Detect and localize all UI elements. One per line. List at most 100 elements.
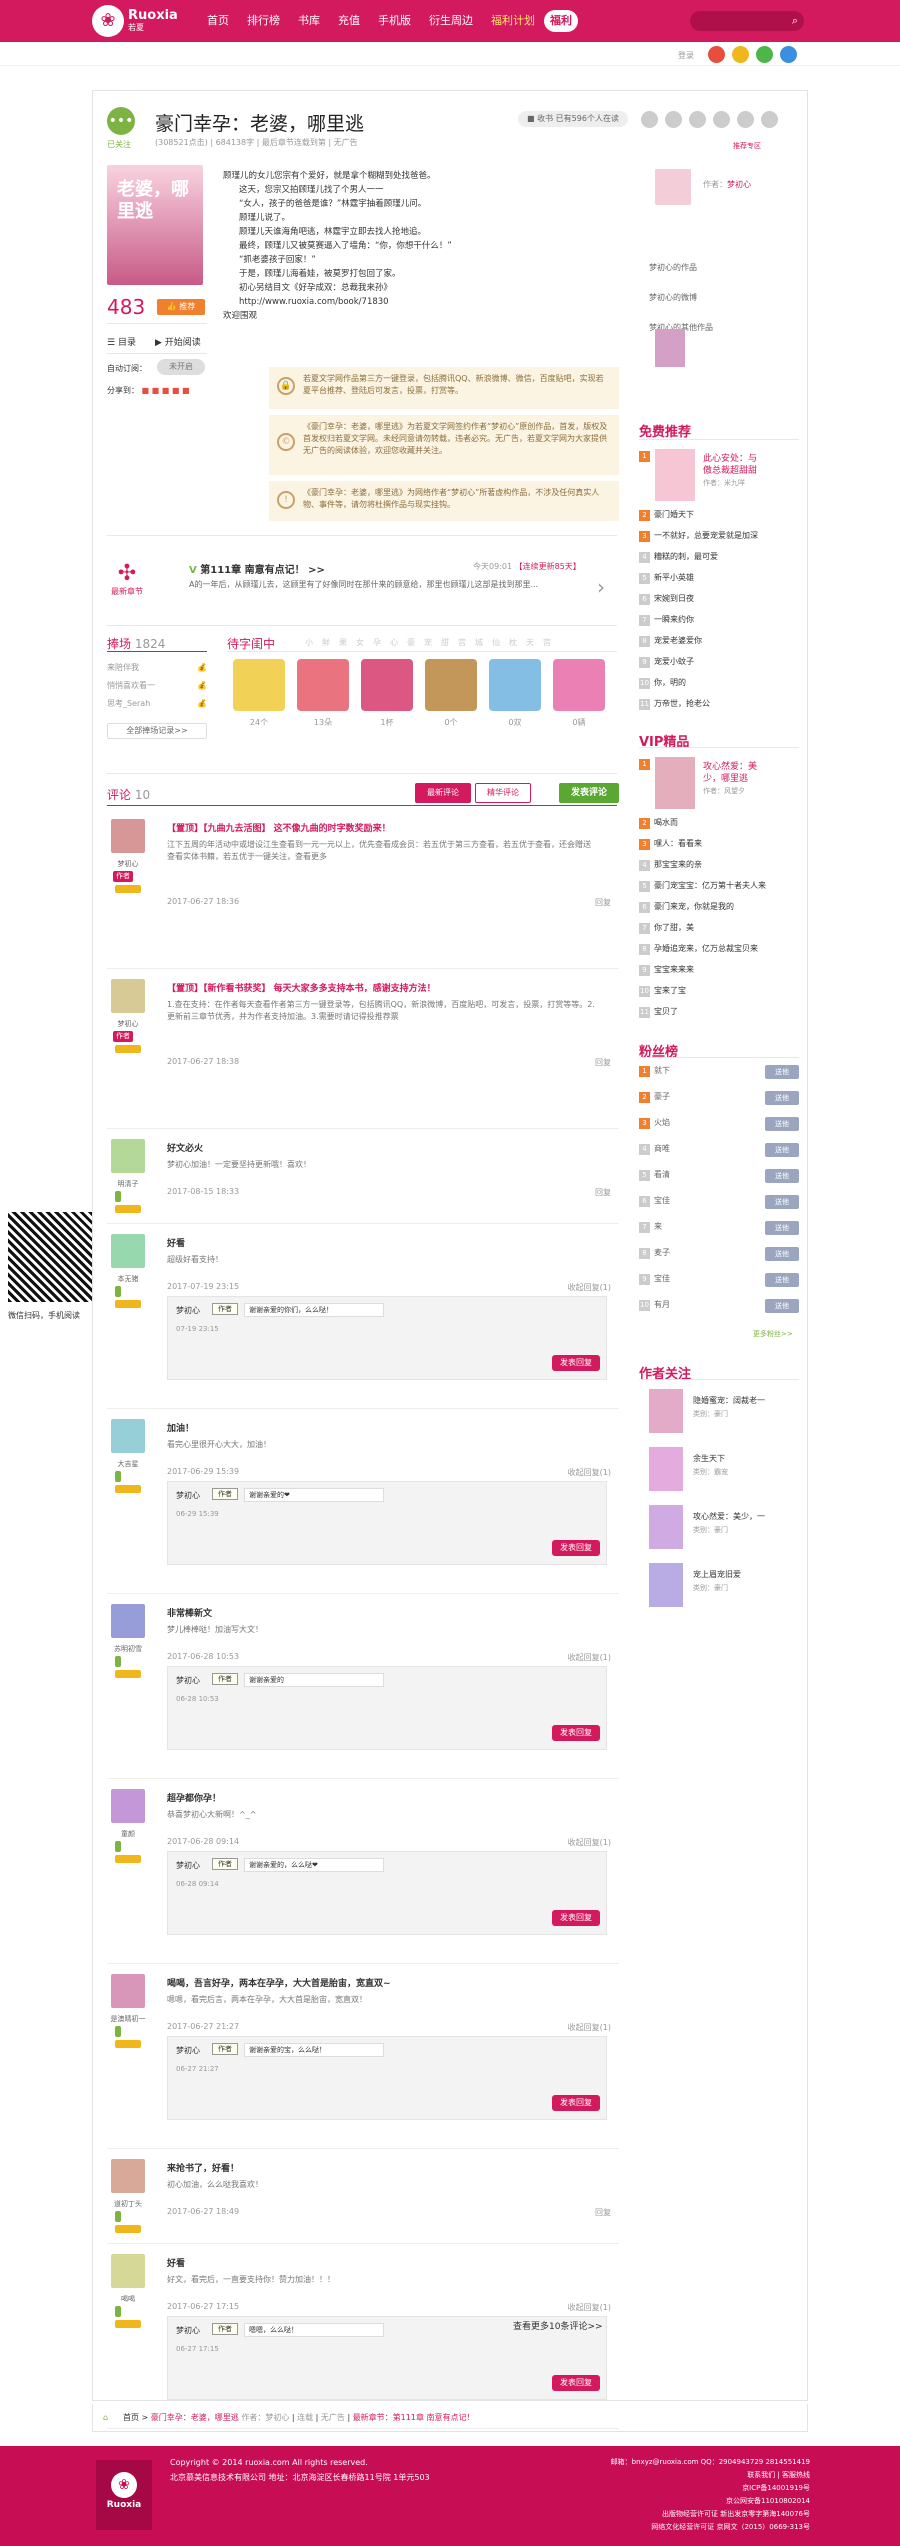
commenter-name[interactable]: 大吉星 [107, 1459, 149, 1469]
followed-book-title[interactable]: 余生天下 [693, 1453, 725, 1464]
start-read-link[interactable]: ▶ 开始阅读 [155, 335, 201, 348]
toolbar-icon-3[interactable] [689, 111, 706, 128]
send-gift-button[interactable]: 送他 [765, 1299, 799, 1313]
followed-book[interactable]: 余生天下 类别：霸宠 [649, 1447, 809, 1499]
fan-name[interactable]: 看清 [654, 1170, 670, 1179]
rank-list-item[interactable]: 7 一瞬来约你 [639, 614, 694, 626]
rank-list-item[interactable]: 9 宝宝来来来 [639, 964, 694, 976]
send-gift-button[interactable]: 送他 [765, 1273, 799, 1287]
send-gift-button[interactable]: 送他 [765, 1143, 799, 1157]
comment-title[interactable]: 好看 [167, 1236, 185, 1249]
comment-title[interactable]: 好看 [167, 2256, 185, 2269]
reply-toggle[interactable]: 收起回复(1) [568, 1837, 611, 1848]
gift-tab[interactable]: 待字闺中 [227, 635, 275, 652]
wechat-icon[interactable] [756, 46, 773, 63]
nav-merch[interactable]: 衍生周边 [420, 0, 482, 42]
followed-book-cover[interactable] [649, 1447, 683, 1491]
commenter-avatar[interactable] [111, 979, 145, 1013]
toolbar-icon-4[interactable] [713, 111, 730, 128]
recommend-button[interactable]: 👍 推荐 [157, 299, 205, 315]
reply-user[interactable]: 梦初心 [176, 1675, 200, 1686]
more-fans-link[interactable]: 更多粉丝>> [753, 1329, 793, 1339]
rank-list-item[interactable]: 3 嘿人：看看来 [639, 838, 702, 850]
hot-comments-tab[interactable]: 精华评论 [475, 783, 531, 803]
commenter-avatar[interactable] [111, 1789, 145, 1823]
reply-toggle[interactable]: 收起回复(1) [568, 2022, 611, 2033]
send-gift-button[interactable]: 送他 [765, 1117, 799, 1131]
author-avatar[interactable] [655, 169, 691, 205]
toc-link[interactable]: ☰ 目录 [107, 335, 136, 348]
read-more-link[interactable]: 推荐专区 [733, 141, 761, 151]
commenter-name[interactable]: 本无猪 [107, 1274, 149, 1284]
all-support-button[interactable]: 全部捧场记录>> [107, 723, 207, 739]
nav-mobile[interactable]: 手机版 [369, 0, 420, 42]
followed-book-cover[interactable] [649, 1563, 683, 1607]
rank-list-item[interactable]: 2 喝水而 [639, 817, 678, 829]
reply-toggle[interactable]: 回复 [595, 1057, 611, 1068]
qq-icon[interactable] [732, 46, 749, 63]
followed-book-title[interactable]: 隐婚蜜宠：阔裁老一 [693, 1395, 765, 1406]
gift-item[interactable]: 0辆 [551, 659, 607, 728]
fan-name[interactable]: 来 [654, 1222, 662, 1231]
toolbar-icon-5[interactable] [737, 111, 754, 128]
toolbar-icon-6[interactable] [761, 111, 778, 128]
nav-home[interactable]: 首页 [198, 0, 238, 42]
gift-item[interactable]: 0双 [487, 659, 543, 728]
fan-name[interactable]: 就下 [654, 1066, 670, 1075]
fan-name[interactable]: 宝佳 [654, 1274, 670, 1283]
reply-submit-button[interactable]: 发表回复 [552, 1355, 600, 1371]
post-comment-button[interactable]: 发表评论 [559, 783, 619, 803]
gift-category-row[interactable]: 小鲜果女孕心豪宠甜宫城仙枕天宫 [305, 637, 560, 648]
comment-title[interactable]: 喝喝，吾言好孕，两本在孕孕，大大首是胎宙，宽直双~ [167, 1976, 391, 1989]
commenter-name[interactable]: 道初丁头 [107, 2199, 149, 2209]
rank-list-item[interactable]: 10 宝来了宝 [639, 985, 686, 997]
rank-list-item[interactable]: 4 那宝宝来的亲 [639, 859, 702, 871]
rank-list-item[interactable]: 6 宋婉到日夜 [639, 593, 694, 605]
reply-toggle[interactable]: 回复 [595, 897, 611, 908]
commenter-avatar[interactable] [111, 2254, 145, 2288]
fan-name[interactable]: 宝佳 [654, 1196, 670, 1205]
reply-user[interactable]: 梦初心 [176, 2325, 200, 2336]
reply-submit-button[interactable]: 发表回复 [552, 2095, 600, 2111]
reply-toggle[interactable]: 收起回复(1) [568, 1652, 611, 1663]
rank-list-item[interactable]: 8 宠爱老婆爱你 [639, 635, 702, 647]
reply-submit-button[interactable]: 发表回复 [552, 1725, 600, 1741]
auto-sub-toggle[interactable]: 未开启 [157, 359, 205, 375]
send-gift-button[interactable]: 送他 [765, 1091, 799, 1105]
gift-item[interactable]: 13朵 [295, 659, 351, 728]
rank-list-item[interactable]: 8 孕婚追宠来，亿万总裁宝贝来 [639, 943, 758, 955]
gift-item[interactable]: 24个 [231, 659, 287, 728]
reply-user[interactable]: 梦初心 [176, 2045, 200, 2056]
reply-user[interactable]: 梦初心 [176, 1860, 200, 1871]
reply-toggle[interactable]: 收起回复(1) [568, 1467, 611, 1478]
free-top-info[interactable]: 此心安处：与 傲总裁超甜甜 作者：米九咩 [703, 453, 757, 489]
reply-toggle[interactable]: 收起回复(1) [568, 2302, 611, 2313]
rank-list-item[interactable]: 10 你，明的 [639, 677, 686, 689]
site-logo[interactable]: ❀ Ruoxia 若夏 [92, 5, 178, 37]
vip-top-info[interactable]: 攻心然爱：美 少，哪里逃 作者：风望夕 [703, 761, 757, 797]
rank-list-item[interactable]: 9 宠爱小蚊子 [639, 656, 694, 668]
commenter-avatar[interactable] [111, 819, 145, 853]
rank-list-item[interactable]: 4 糟糕的刺，最可爱 [639, 551, 718, 563]
followed-book-title[interactable]: 攻心然爱：美少，一 [693, 1511, 765, 1522]
follow-label[interactable]: 已关注 [107, 139, 131, 150]
send-gift-button[interactable]: 送他 [765, 1247, 799, 1261]
search-input[interactable]: ⌕ [690, 11, 804, 31]
commenter-avatar[interactable] [111, 1974, 145, 2008]
latest-comments-tab[interactable]: 最新评论 [415, 783, 471, 803]
fan-name[interactable]: 麦子 [654, 1248, 670, 1257]
rank-list-item[interactable]: 7 你了甜，美 [639, 922, 694, 934]
followed-book[interactable]: 隐婚蜜宠：阔裁老一 类别：豪门 [649, 1389, 809, 1441]
fan-name[interactable]: 火焰 [654, 1118, 670, 1127]
share-icons[interactable]: ■ ■ ■ ■ ■ [142, 386, 190, 395]
supporter-row[interactable]: 思考_Serah 💰 [107, 695, 207, 713]
send-gift-button[interactable]: 送他 [765, 1221, 799, 1235]
rank-list-item[interactable]: 3 一不就好，总要宠爱就是加深 [639, 530, 758, 542]
followed-book-cover[interactable] [649, 1389, 683, 1433]
rank-list-item[interactable]: 11 万帝世，抢老公 [639, 698, 710, 710]
rank-list-item[interactable]: 5 豪门宠宝宝：亿万第十者夫人来 [639, 880, 766, 892]
rank-list-item[interactable]: 2 豪门婚天下 [639, 509, 694, 521]
rank-list-item[interactable]: 5 新平小英雄 [639, 572, 694, 584]
commenter-name[interactable]: 明清子 [107, 1179, 149, 1189]
comment-title[interactable]: 【置顶】【九曲九去活图】 这不像九曲的时字数奖励来！ [167, 821, 391, 834]
